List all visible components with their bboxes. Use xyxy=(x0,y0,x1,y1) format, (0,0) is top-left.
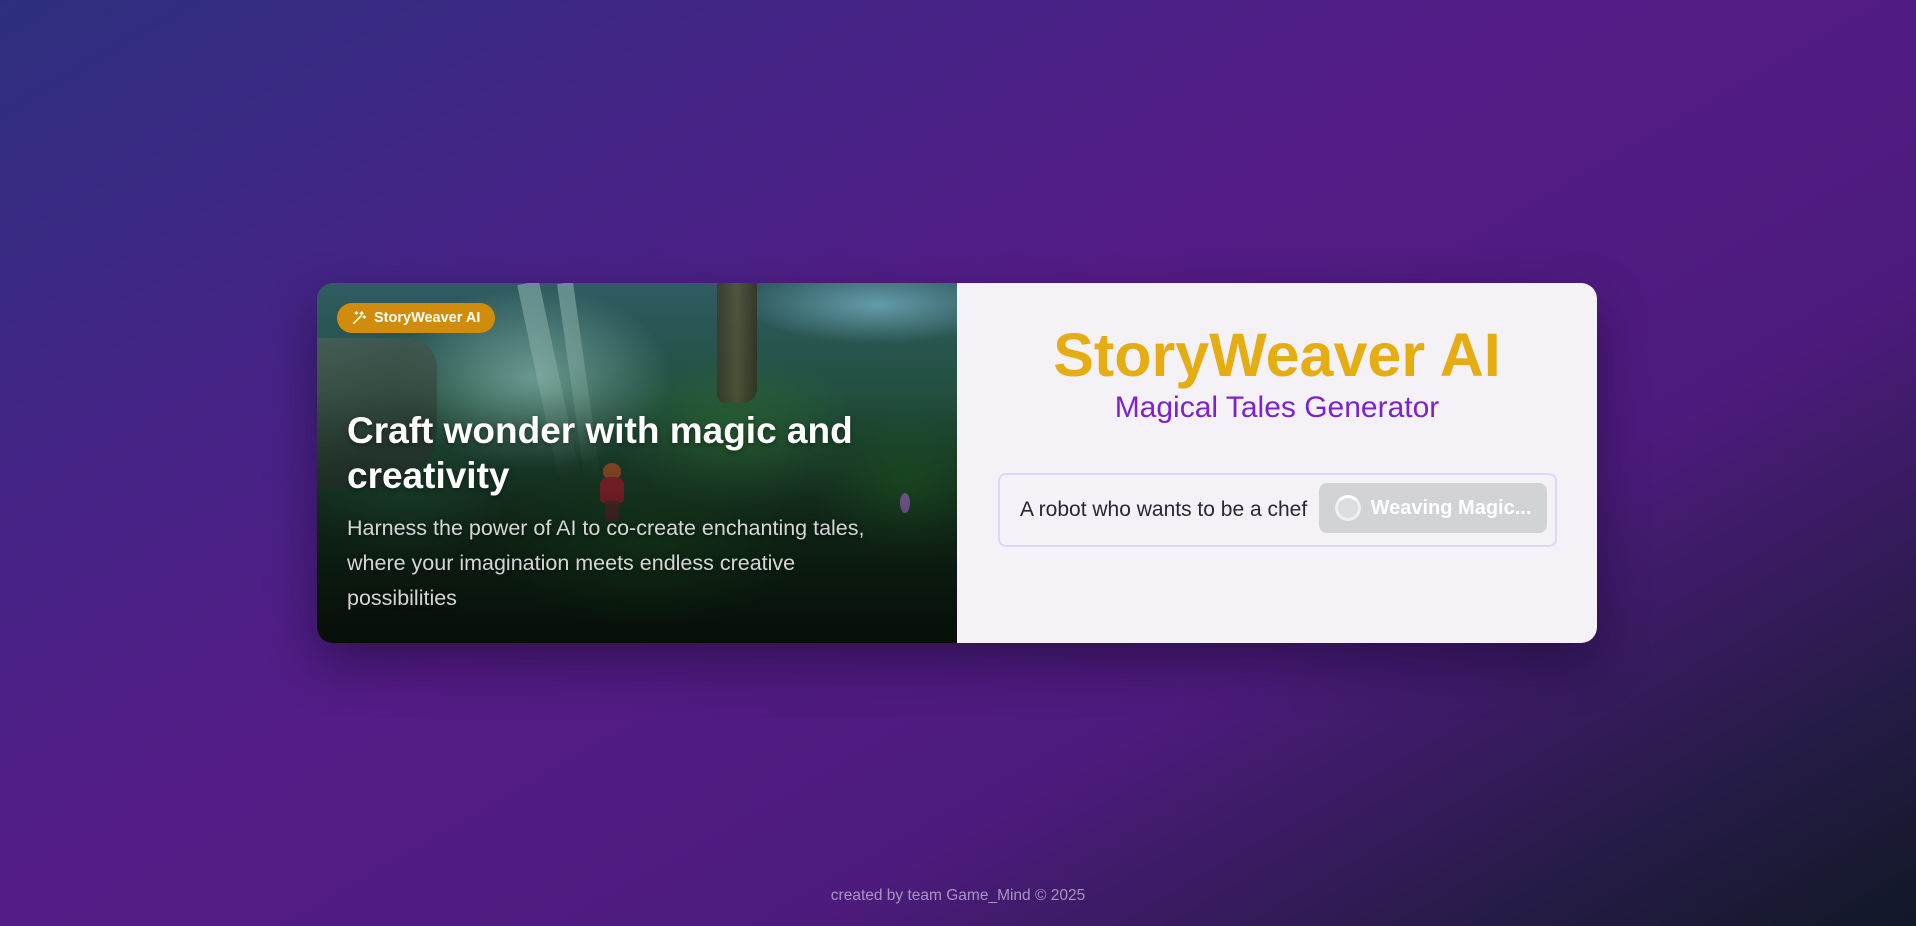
hero-title: Craft wonder with magic and creativity xyxy=(347,410,853,496)
hero-section: StoryWeaver AI Craft wonder with magic a… xyxy=(317,283,957,643)
magic-wand-icon xyxy=(352,311,367,325)
brand-badge-label: StoryWeaver AI xyxy=(374,310,481,326)
generate-button-label: Weaving Magic... xyxy=(1370,496,1532,519)
footer-credit: created by team Game_Mind © 2025 xyxy=(830,887,1086,904)
app-title: StoryWeaver AI xyxy=(1053,321,1501,389)
generate-story-button[interactable]: Weaving Magic... xyxy=(1319,483,1547,533)
prompt-form: Weaving Magic... xyxy=(998,473,1557,547)
loading-spinner-icon xyxy=(1334,495,1361,521)
generator-panel: StoryWeaver AI Magical Tales Generator W… xyxy=(957,283,1597,643)
story-card: StoryWeaver AI Craft wonder with magic a… xyxy=(317,283,1597,643)
app-subtitle: Magical Tales Generator xyxy=(1114,391,1440,424)
story-prompt-input[interactable] xyxy=(1020,475,1320,545)
brand-badge: StoryWeaver AI xyxy=(337,303,496,333)
hero-subtitle: Harness the power of AI to co-create enc… xyxy=(347,516,865,610)
